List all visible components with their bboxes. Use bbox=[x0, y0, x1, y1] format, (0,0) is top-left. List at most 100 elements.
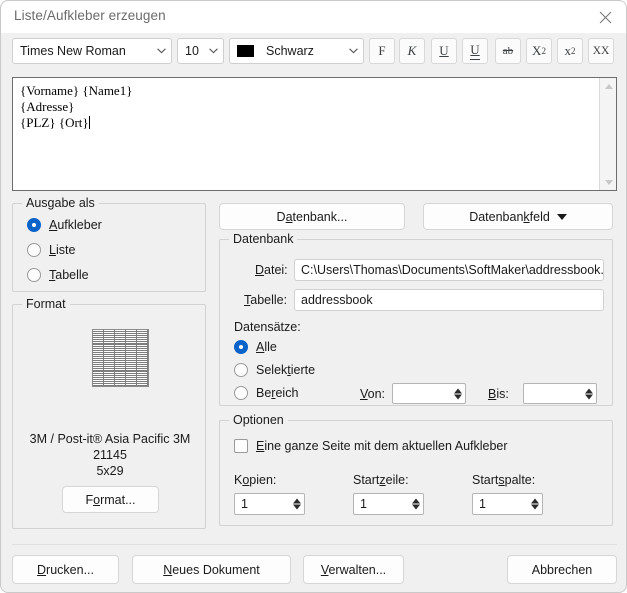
checkbox-full-page[interactable]: Eine ganze Seite mit dem aktuellen Aufkl… bbox=[234, 439, 508, 453]
italic-button[interactable]: K bbox=[399, 38, 425, 64]
radio-alle[interactable]: Alle bbox=[234, 340, 277, 354]
checkbox-full-page-label: Eine ganze Seite mit dem aktuellen Aufkl… bbox=[256, 439, 508, 453]
manage-button[interactable]: Verwalten... bbox=[303, 555, 404, 584]
underline-glyph: U bbox=[439, 43, 449, 58]
format-button[interactable]: Format... bbox=[62, 486, 159, 513]
spinner-up-icon[interactable] bbox=[454, 388, 462, 393]
format-caption-line1: 3M / Post-it® Asia Pacific 3M bbox=[29, 432, 191, 446]
database-legend: Datenbank bbox=[229, 232, 298, 246]
database-button[interactable]: Datenbank... bbox=[219, 203, 405, 230]
format-caption-line2: 21145 bbox=[93, 448, 127, 462]
records-label: Datensätze: bbox=[234, 320, 301, 334]
editor-line-1: {Vorname} {Name1} bbox=[20, 83, 133, 98]
radio-selektierte[interactable]: Selektierte bbox=[234, 363, 315, 377]
bold-glyph: F bbox=[378, 43, 386, 58]
print-button-label: Drucken... bbox=[37, 562, 94, 577]
kopien-spinner[interactable]: 1 bbox=[234, 493, 305, 515]
tabelle-input[interactable]: addressbook bbox=[294, 289, 604, 311]
manage-button-label: Verwalten... bbox=[320, 562, 387, 577]
allcaps-glyph: XX bbox=[592, 45, 610, 57]
kopien-value: 1 bbox=[241, 497, 248, 511]
create-list-labels-dialog: Liste/Aufkleber erzeugen Times New Roman… bbox=[0, 0, 627, 593]
underline-button[interactable]: U bbox=[431, 38, 457, 64]
superscript-affix: 2 bbox=[571, 46, 576, 56]
spinner-down-icon[interactable] bbox=[293, 504, 301, 510]
output-type-group: Ausgabe als Aufkleber Liste Tabelle bbox=[12, 196, 206, 292]
scroll-down-arrow-icon[interactable] bbox=[600, 175, 617, 189]
preview-label-cell bbox=[115, 384, 126, 386]
cancel-button-label: Abbrechen bbox=[531, 562, 593, 577]
format-caption-line3: 5x29 bbox=[96, 464, 124, 478]
font-size-value: 10 bbox=[185, 44, 199, 58]
format-group: Format 3M / Post-it® Asia Pacific 3M 211… bbox=[12, 297, 207, 529]
datei-input[interactable]: C:\Users\Thomas\Documents\SoftMaker\addr… bbox=[294, 259, 604, 281]
strikethrough-button[interactable]: ab bbox=[495, 38, 521, 64]
startzeile-spinner[interactable]: 1 bbox=[353, 493, 424, 515]
close-button[interactable] bbox=[582, 1, 626, 33]
radio-bereich[interactable]: Bereich bbox=[234, 386, 298, 400]
preview-label-cell bbox=[93, 384, 104, 386]
double-underline-button[interactable]: U bbox=[462, 38, 488, 64]
window-title: Liste/Aufkleber erzeugen bbox=[14, 8, 166, 23]
spinner-arrows-icon[interactable] bbox=[454, 388, 462, 399]
format-legend: Format bbox=[22, 297, 70, 311]
spinner-down-icon[interactable] bbox=[531, 504, 539, 510]
allcaps-button[interactable]: XX bbox=[588, 38, 614, 64]
new-document-button-label: Neues Dokument bbox=[163, 562, 260, 577]
formatting-toolbar: Times New Roman 10 Schwarz F K U U ab X … bbox=[1, 33, 626, 73]
datei-label: Datei: bbox=[255, 263, 288, 277]
output-type-legend: Ausgabe als bbox=[22, 196, 99, 210]
startspalte-spinner[interactable]: 1 bbox=[472, 493, 543, 515]
label-sheet-preview bbox=[92, 329, 149, 387]
font-color-dropdown[interactable]: Schwarz bbox=[229, 38, 364, 64]
dropdown-triangle-icon bbox=[556, 213, 567, 220]
spinner-arrows-icon[interactable] bbox=[531, 498, 539, 510]
spinner-arrows-icon[interactable] bbox=[585, 388, 593, 399]
spinner-up-icon[interactable] bbox=[293, 498, 301, 504]
format-button-label: Format... bbox=[85, 492, 136, 507]
spinner-arrows-icon[interactable] bbox=[293, 498, 301, 510]
spinner-down-icon[interactable] bbox=[585, 394, 593, 399]
radio-alle-label: Alle bbox=[256, 340, 277, 354]
spinner-up-icon[interactable] bbox=[531, 498, 539, 504]
footer-divider bbox=[12, 544, 617, 545]
subscript-button[interactable]: X2 bbox=[526, 38, 552, 64]
spinner-up-icon[interactable] bbox=[585, 388, 593, 393]
spinner-down-icon[interactable] bbox=[412, 504, 420, 510]
radio-liste-label: Liste bbox=[49, 243, 76, 257]
double-underline-glyph: U bbox=[470, 42, 480, 60]
font-family-dropdown[interactable]: Times New Roman bbox=[12, 38, 172, 64]
cancel-button[interactable]: Abbrechen bbox=[507, 555, 617, 584]
radio-indicator bbox=[27, 268, 41, 282]
radio-indicator bbox=[234, 340, 248, 354]
radio-liste[interactable]: Liste bbox=[27, 243, 75, 257]
print-button[interactable]: Drucken... bbox=[12, 555, 119, 584]
radio-aufkleber[interactable]: Aufkleber bbox=[27, 218, 102, 232]
radio-tabelle[interactable]: Tabelle bbox=[27, 268, 89, 282]
format-caption: 3M / Post-it® Asia Pacific 3M 21145 5x29 bbox=[13, 431, 207, 479]
font-family-value: Times New Roman bbox=[20, 44, 126, 58]
spinner-down-icon[interactable] bbox=[454, 394, 462, 399]
font-size-dropdown[interactable]: 10 bbox=[177, 38, 224, 64]
startzeile-label: Startzeile: bbox=[353, 473, 409, 487]
subscript-affix: 2 bbox=[541, 46, 546, 56]
radio-tabelle-label: Tabelle bbox=[49, 268, 89, 282]
database-group: Datenbank Datei: C:\Users\Thomas\Documen… bbox=[219, 232, 613, 406]
spinner-arrows-icon[interactable] bbox=[412, 498, 420, 510]
label-text-editor[interactable]: {Vorname} {Name1} {Adresse} {PLZ} {Ort} bbox=[12, 77, 617, 191]
radio-indicator bbox=[27, 218, 41, 232]
scroll-up-arrow-icon[interactable] bbox=[600, 79, 617, 93]
bis-spinner[interactable] bbox=[523, 383, 597, 404]
new-document-button[interactable]: Neues Dokument bbox=[132, 555, 291, 584]
preview-label-cell bbox=[137, 384, 148, 386]
color-swatch-icon bbox=[237, 45, 254, 57]
editor-vertical-scrollbar[interactable] bbox=[599, 78, 616, 190]
bold-button[interactable]: F bbox=[369, 38, 395, 64]
spinner-up-icon[interactable] bbox=[412, 498, 420, 504]
radio-indicator bbox=[27, 243, 41, 257]
database-field-button[interactable]: Datenbankfeld bbox=[423, 203, 613, 230]
bis-label: Bis: bbox=[488, 387, 509, 401]
chevron-down-icon bbox=[343, 48, 363, 54]
von-spinner[interactable] bbox=[392, 383, 466, 404]
superscript-button[interactable]: x2 bbox=[557, 38, 583, 64]
